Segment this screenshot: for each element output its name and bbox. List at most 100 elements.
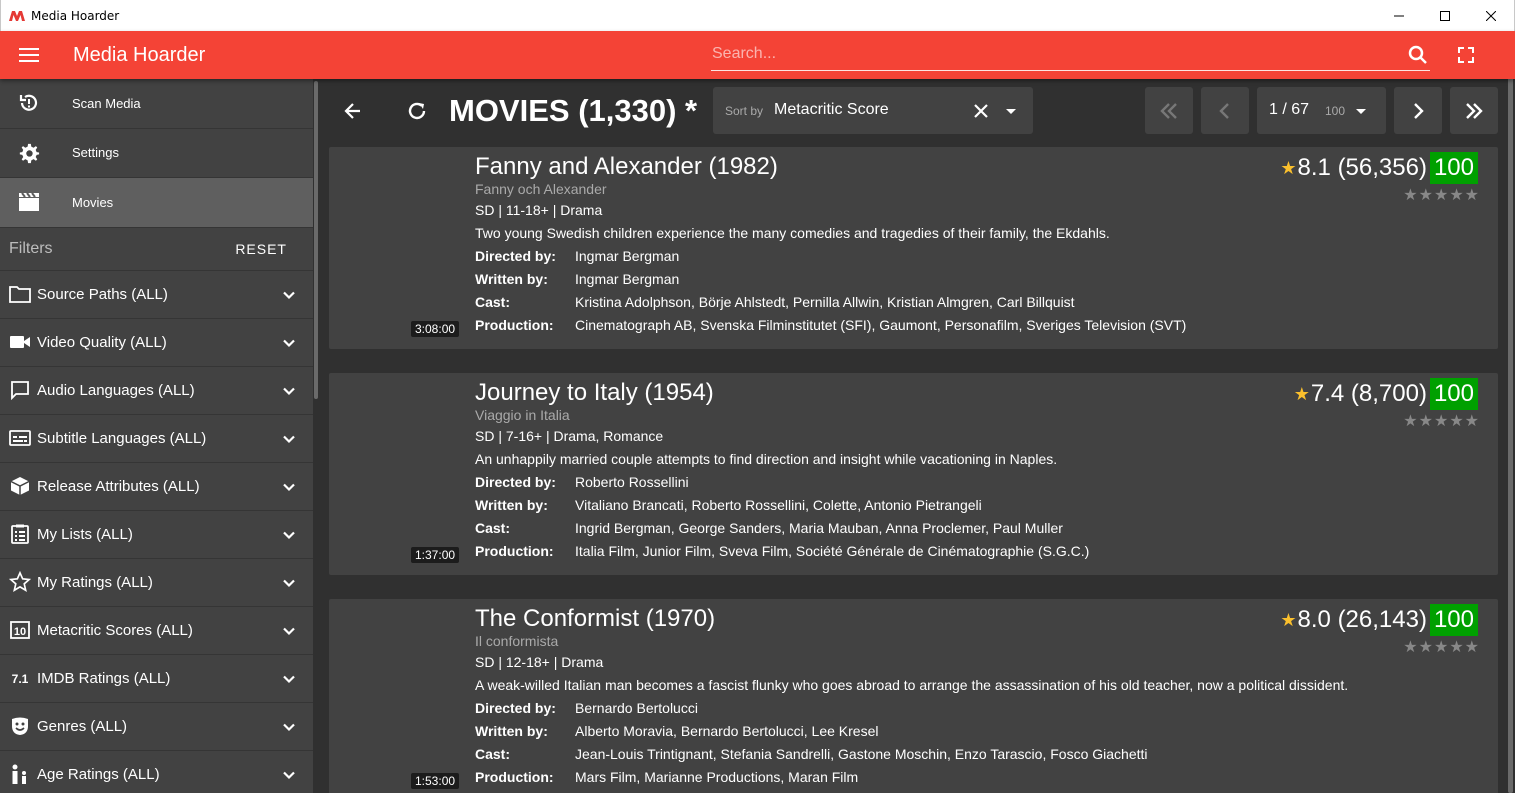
search-field[interactable]	[711, 39, 1430, 71]
chevron-down-icon[interactable]	[277, 619, 301, 643]
nav-movies[interactable]: Movies	[0, 178, 313, 228]
chevron-left-icon	[1219, 102, 1229, 119]
app-name: Media Hoarder	[73, 43, 206, 66]
reset-filters-button[interactable]: RESET	[235, 241, 287, 257]
chevron-down-icon[interactable]	[277, 379, 301, 403]
director-value[interactable]: Ingmar Bergman	[575, 248, 679, 271]
back-button[interactable]	[329, 87, 377, 135]
credit-row-production: Production: Mars Film, Marianne Productio…	[475, 769, 1148, 792]
nav-label: Settings	[72, 145, 119, 161]
user-rating-stars[interactable]: ★★★★★	[1403, 637, 1480, 657]
nav-scan-media[interactable]: Scan Media	[0, 79, 313, 129]
previous-page-button[interactable]	[1201, 87, 1249, 134]
minimize-button[interactable]	[1376, 0, 1422, 31]
search-input[interactable]	[711, 39, 1391, 69]
chevron-down-icon[interactable]	[277, 427, 301, 451]
user-rating-stars[interactable]: ★★★★★	[1403, 411, 1480, 431]
filter-age-ratings[interactable]: Age Ratings (ALL)	[0, 749, 313, 793]
page-title: MOVIES (1,330) *	[449, 93, 698, 128]
filter-release-attributes[interactable]: Release Attributes (ALL)	[0, 461, 313, 510]
video-camera-icon	[9, 331, 31, 353]
filter-imdb-ratings[interactable]: 7.1 IMDB Ratings (ALL)	[0, 653, 313, 702]
chevron-down-icon[interactable]	[277, 283, 301, 307]
sort-select[interactable]: Sort by Metacritic Score	[713, 87, 1033, 134]
credit-row-cast: Cast: Jean-Louis Trintignant, Stefania Sa…	[475, 746, 1148, 769]
filter-label: Metacritic Scores (ALL)	[37, 621, 193, 639]
filters-header: Filters RESET	[0, 228, 313, 270]
filter-video-quality[interactable]: Video Quality (ALL)	[0, 317, 313, 366]
chevron-down-icon[interactable]	[277, 475, 301, 499]
next-page-button[interactable]	[1394, 87, 1442, 134]
cast-value[interactable]: Kristina Adolphson, Börje Ahlstedt, Pern…	[575, 294, 1075, 317]
main-scrollbar[interactable]	[1506, 31, 1515, 793]
filter-my-lists[interactable]: My Lists (ALL)	[0, 509, 313, 558]
maximize-button[interactable]	[1422, 0, 1468, 31]
filter-subtitle-languages[interactable]: Subtitle Languages (ALL)	[0, 413, 313, 462]
last-page-button[interactable]	[1450, 87, 1498, 134]
runtime-badge: 1:53:00	[411, 773, 460, 789]
chevron-down-icon[interactable]	[999, 99, 1023, 123]
credit-label: Directed by:	[475, 700, 556, 716]
filter-label: Release Attributes (ALL)	[37, 477, 200, 495]
credit-row-directed: Directed by: Roberto Rossellini	[475, 474, 1089, 497]
director-value[interactable]: Bernardo Bertolucci	[575, 700, 698, 723]
chevron-down-icon[interactable]	[277, 763, 301, 787]
imdb-rating: 8.1 (56,356)	[1297, 154, 1427, 181]
metacritic-score: 100	[1429, 152, 1478, 184]
credit-row-directed: Directed by: Bernardo Bertolucci	[475, 700, 1148, 723]
svg-text:10: 10	[14, 626, 26, 638]
sort-label: Sort by	[725, 104, 764, 118]
chevron-down-icon[interactable]	[277, 331, 301, 355]
movie-card[interactable]: 1:53:00 The Conformist (1970) Il conformis…	[329, 599, 1498, 793]
search-icon[interactable]	[1406, 43, 1430, 67]
movie-title[interactable]: Journey to Italy (1954)	[475, 379, 714, 407]
chevron-down-icon[interactable]	[1349, 99, 1373, 123]
rating-block: ★ 8.0 (26,143) 100	[1280, 604, 1478, 636]
credit-row-cast: Cast: Kristina Adolphson, Börje Ahlstedt,…	[475, 294, 1186, 317]
nav-settings[interactable]: Settings	[0, 129, 313, 178]
writer-value[interactable]: Alberto Moravia, Bernardo Bertolucci, Le…	[575, 723, 878, 746]
page-size: 100	[1325, 104, 1346, 118]
movie-card[interactable]: 1:37:00 Journey to Italy (1954) Viaggio in…	[329, 373, 1498, 575]
main-content: MOVIES (1,330) * Sort by Metacritic Scor…	[320, 79, 1506, 793]
theater-masks-icon	[9, 715, 31, 737]
credit-label: Written by:	[475, 497, 548, 513]
fullscreen-icon[interactable]	[1454, 43, 1478, 67]
movie-title[interactable]: Fanny and Alexander (1982)	[475, 153, 778, 181]
filter-metacritic-scores[interactable]: 10 Metacritic Scores (ALL)	[0, 605, 313, 654]
filter-source-paths[interactable]: Source Paths (ALL)	[0, 269, 313, 318]
gear-icon	[17, 141, 41, 165]
chevron-down-icon[interactable]	[277, 571, 301, 595]
page-selector[interactable]: 1 / 67 100	[1257, 87, 1386, 134]
app-logo-icon	[9, 10, 25, 21]
runtime-badge: 1:37:00	[411, 547, 460, 563]
double-chevron-left-icon	[1160, 102, 1177, 119]
chevron-down-icon[interactable]	[277, 667, 301, 691]
production-value[interactable]: Mars Film, Marianne Productions, Maran F…	[575, 769, 858, 792]
chevron-down-icon[interactable]	[277, 715, 301, 739]
chevron-down-icon[interactable]	[277, 523, 301, 547]
refresh-button[interactable]	[393, 87, 441, 135]
hamburger-menu-button[interactable]	[1, 31, 57, 79]
director-value[interactable]: Roberto Rossellini	[575, 474, 689, 497]
cast-value[interactable]: Ingrid Bergman, George Sanders, Maria Ma…	[575, 520, 1063, 543]
writer-value[interactable]: Ingmar Bergman	[575, 271, 679, 294]
cast-value[interactable]: Jean-Louis Trintignant, Stefania Sandrel…	[575, 746, 1148, 769]
close-window-button[interactable]	[1468, 0, 1514, 31]
subtitles-icon	[9, 427, 31, 449]
sidebar-scrollbar[interactable]	[313, 79, 319, 793]
clear-sort-icon[interactable]	[969, 99, 993, 123]
production-value[interactable]: Italia Film, Junior Film, Sveva Film, So…	[575, 543, 1089, 566]
writer-value[interactable]: Vitaliano Brancati, Roberto Rossellini, …	[575, 497, 982, 520]
family-icon	[9, 763, 31, 785]
filter-genres[interactable]: Genres (ALL)	[0, 701, 313, 750]
movies-toolbar: MOVIES (1,330) * Sort by Metacritic Scor…	[320, 79, 1506, 143]
filter-my-ratings[interactable]: My Ratings (ALL)	[0, 557, 313, 606]
filter-audio-languages[interactable]: Audio Languages (ALL)	[0, 365, 313, 414]
movie-title[interactable]: The Conformist (1970)	[475, 605, 715, 633]
credit-label: Cast:	[475, 520, 511, 536]
user-rating-stars[interactable]: ★★★★★	[1403, 185, 1480, 205]
first-page-button[interactable]	[1145, 87, 1193, 134]
movie-card[interactable]: 3:08:00 Fanny and Alexander (1982) Fanny o…	[329, 147, 1498, 349]
production-value[interactable]: Cinematograph AB, Svenska Filminstitutet…	[575, 317, 1186, 340]
